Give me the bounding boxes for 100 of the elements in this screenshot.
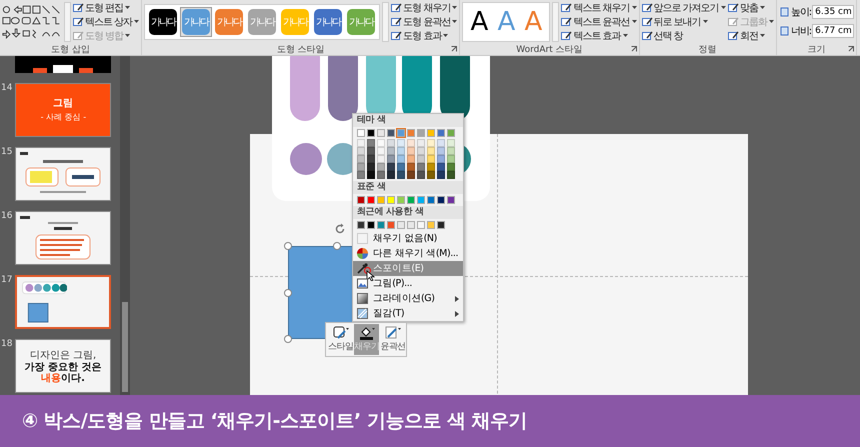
caret-icon [760, 34, 765, 37]
slide-number: 14 [0, 83, 13, 93]
caret-icon [134, 20, 140, 23]
caret-icon [632, 6, 637, 9]
wordart-sample[interactable]: A [467, 4, 492, 38]
square-pencil-icon [332, 326, 349, 340]
ribbon-button[interactable]: 도형 편집 [73, 1, 140, 14]
caret-icon [760, 6, 765, 9]
menu-heading: 테마 색 [353, 114, 463, 127]
caret-icon [452, 6, 458, 9]
color-swatch[interactable] [437, 129, 445, 137]
menu-item[interactable]: 그림(P)... [353, 276, 463, 291]
input-field[interactable]: 6.35 cm [812, 5, 854, 19]
empty-square-icon [357, 233, 368, 244]
color-swatch[interactable] [447, 129, 455, 137]
scrollbar-thumb[interactable] [122, 302, 128, 392]
group-label: 도형 삽입 [51, 44, 90, 56]
gallery-scroll[interactable] [64, 2, 71, 42]
command-icon [561, 30, 572, 40]
launcher-icon[interactable] [630, 46, 637, 52]
gallery-scroll[interactable] [552, 2, 560, 42]
launcher-icon[interactable] [848, 46, 854, 52]
color-swatch[interactable] [397, 196, 405, 204]
input-field[interactable]: 6.77 cm [812, 24, 854, 38]
color-swatch[interactable] [407, 221, 415, 229]
group-label: 크기 [807, 44, 826, 56]
paint-bucket-icon [358, 326, 375, 340]
ribbon-button[interactable]: 맞춤 [728, 1, 774, 14]
slide-graphic-drawing [33, 65, 93, 73]
caret-icon [125, 34, 130, 37]
launcher-icon[interactable] [451, 46, 458, 52]
image-icon [357, 278, 368, 289]
submenu-arrow-icon [455, 296, 459, 302]
color-swatch[interactable] [407, 129, 415, 137]
group-label: 정렬 [698, 44, 717, 56]
color-swatch[interactable] [387, 221, 395, 229]
color-swatch[interactable] [387, 196, 395, 204]
menu-item[interactable]: 채우기 없음(N) [353, 231, 463, 246]
caret-icon [443, 34, 448, 37]
color-swatch[interactable] [427, 129, 435, 137]
ribbon-button[interactable]: 텍스트 상자 [73, 15, 140, 28]
ribbon-button[interactable]: 뒤로 보내기 [642, 15, 726, 28]
color-swatch[interactable] [377, 196, 385, 204]
ribbon-button[interactable]: 회전 [728, 29, 774, 42]
ribbon-button[interactable]: 도형 채우기 [391, 1, 458, 14]
caret-icon [452, 20, 458, 23]
style-swatch[interactable]: 가나다 [312, 6, 344, 36]
ribbon-button[interactable]: 도형 윤곽선 [391, 15, 458, 28]
toolbar-button[interactable]: 스타일 [328, 324, 354, 355]
slide-thumbnail[interactable] [15, 56, 111, 73]
color-swatch[interactable] [427, 196, 435, 204]
color-swatch[interactable] [377, 221, 385, 229]
color-swatch[interactable] [427, 221, 435, 229]
ribbon-button[interactable]: 도형 효과 [391, 29, 458, 42]
shape-gallery-drawing[interactable] [2, 4, 62, 40]
color-swatch[interactable] [387, 129, 395, 137]
color-swatch[interactable] [437, 221, 445, 229]
command-icon [642, 16, 653, 26]
command-icon [561, 2, 572, 12]
rotate-handle[interactable] [334, 223, 346, 235]
color-swatch[interactable] [417, 129, 425, 137]
color-swatch[interactable] [377, 129, 385, 137]
color-swatch[interactable] [447, 196, 455, 204]
size-icon [778, 7, 790, 17]
slide-thumbnail[interactable]: 디자인은 그림, 가장 중요한 것은 내용이다. [15, 339, 111, 393]
ribbon-button[interactable]: 텍스트 효과 [561, 29, 637, 42]
menu-heading: 최근에 사용한 색 [353, 206, 463, 219]
color-swatch[interactable] [407, 196, 415, 204]
ribbon-button[interactable]: 선택 창 [642, 29, 726, 42]
color-swatch[interactable] [367, 196, 375, 204]
ribbon-button[interactable]: 앞으로 가져오기 [642, 1, 726, 14]
slide-thumbnail[interactable] [15, 275, 111, 329]
caret-icon [125, 6, 130, 9]
command-icon [391, 30, 402, 40]
toolbar-button[interactable]: 윤곽선 [380, 324, 406, 355]
color-swatch[interactable] [357, 196, 365, 204]
ribbon-button[interactable]: 텍스트 채우기 [561, 1, 637, 14]
color-swatch[interactable] [357, 221, 365, 229]
slide-headline: 가장 중요한 것은 내용이다. [24, 362, 102, 384]
color-swatch[interactable] [367, 129, 375, 137]
menu-item[interactable]: 다른 채우기 색(M)... [353, 246, 463, 261]
color-swatch[interactable] [417, 196, 425, 204]
slide-number: 15 [0, 147, 13, 157]
pen-icon [385, 326, 401, 340]
gallery-scroll[interactable] [382, 2, 390, 42]
command-icon [728, 2, 739, 12]
menu-item[interactable]: 질감(T) [353, 306, 463, 321]
color-swatch[interactable] [437, 196, 445, 204]
submenu-arrow-icon [455, 310, 459, 316]
ribbon-button[interactable]: 텍스트 윤곽선 [561, 15, 637, 28]
slide-text: 디자인은 그림, [30, 349, 96, 362]
style-swatch[interactable]: 가나다 [147, 6, 180, 36]
color-swatch[interactable] [357, 129, 365, 137]
color-swatch[interactable] [417, 221, 425, 229]
menu-item[interactable]: 그라데이션(G) [353, 291, 463, 306]
color-swatch[interactable] [367, 221, 375, 229]
color-swatch[interactable] [397, 221, 405, 229]
command-icon [391, 16, 402, 26]
slide-title: 그림 [53, 97, 73, 110]
color-swatch[interactable] [397, 129, 405, 137]
